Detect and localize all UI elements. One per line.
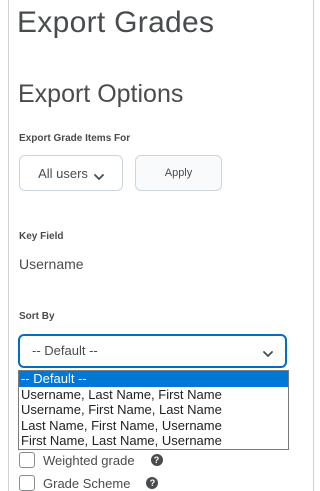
chevron-down-icon — [263, 346, 273, 361]
sort-by-select-value: -- Default -- — [32, 343, 98, 358]
key-field-label: Key Field — [19, 231, 64, 242]
sort-option-username-last-first[interactable]: Username, Last Name, First Name — [19, 387, 288, 403]
section-title: Export Options — [18, 80, 184, 108]
sort-by-select[interactable]: -- Default -- — [18, 334, 287, 368]
key-field-value: Username — [19, 256, 84, 272]
sort-by-label: Sort By — [19, 311, 55, 322]
sort-option-username-first-last[interactable]: Username, First Name, Last Name — [19, 402, 288, 418]
grade-scheme-row: Grade Scheme ? — [19, 475, 159, 491]
apply-button[interactable]: Apply — [135, 155, 222, 191]
weighted-grade-checkbox[interactable] — [19, 452, 35, 468]
grade-scheme-checkbox[interactable] — [19, 475, 35, 491]
users-dropdown-value: All users — [38, 165, 88, 181]
sort-by-option-list[interactable]: -- Default -- Username, Last Name, First… — [18, 370, 289, 450]
sort-option-last-first-username[interactable]: Last Name, First Name, Username — [19, 418, 288, 434]
export-for-label: Export Grade Items For — [19, 133, 131, 144]
weighted-grade-label: Weighted grade — [43, 452, 135, 468]
page-title: Export Grades — [17, 6, 215, 39]
right-border — [313, 0, 314, 491]
sort-option-first-last-username[interactable]: First Name, Last Name, Username — [19, 433, 288, 449]
left-border — [8, 0, 9, 491]
weighted-grade-row: Weighted grade ? — [19, 452, 163, 468]
chevron-down-icon — [94, 169, 104, 181]
grade-scheme-label: Grade Scheme — [43, 475, 131, 491]
help-icon[interactable]: ? — [150, 454, 163, 466]
help-icon[interactable]: ? — [146, 477, 159, 489]
sort-option-default[interactable]: -- Default -- — [19, 371, 288, 387]
users-dropdown[interactable]: All users — [19, 155, 123, 191]
